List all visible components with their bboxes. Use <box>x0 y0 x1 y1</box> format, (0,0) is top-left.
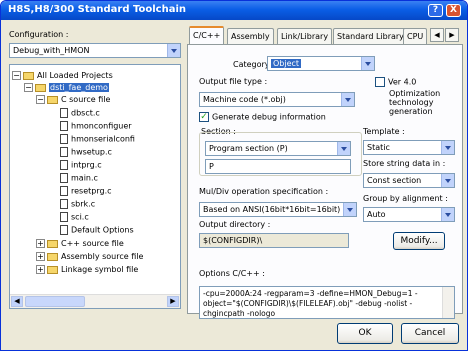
configuration-dropdown[interactable]: Debug_with_HMON <box>9 43 181 58</box>
tree-item-file[interactable]: resetprg.c <box>60 186 112 196</box>
tree-item-file[interactable]: sci.c <box>60 212 89 222</box>
chevron-down-icon[interactable] <box>441 174 454 187</box>
file-icon <box>60 108 68 118</box>
collapse-icon[interactable]: − <box>24 83 33 92</box>
file-icon <box>60 173 68 183</box>
scroll-right-icon[interactable]: ▶ <box>167 296 179 307</box>
scroll-thumb[interactable] <box>25 296 85 307</box>
folder-icon <box>47 239 58 248</box>
options-label: Options C/C++ : <box>199 269 265 278</box>
file-icon <box>60 212 68 222</box>
expand-icon[interactable]: + <box>36 239 45 248</box>
folder-icon <box>47 95 58 104</box>
tree-item-file[interactable]: hmonconfiguer <box>60 121 132 131</box>
configuration-value: Debug_with_HMON <box>13 46 90 55</box>
chevron-down-icon[interactable] <box>167 44 180 57</box>
folder-icon <box>23 71 34 80</box>
expand-icon[interactable]: + <box>36 252 45 261</box>
file-icon <box>60 121 68 131</box>
tree-item-all-projects[interactable]: − All Loaded Projects <box>12 71 113 80</box>
tree-item-file[interactable]: main.c <box>60 173 98 183</box>
chevron-down-icon[interactable] <box>341 93 354 106</box>
chevron-down-icon[interactable] <box>337 142 350 155</box>
ver4-desc-3: generation <box>389 107 433 116</box>
tree-item-file[interactable]: hmonserialconfi <box>60 134 135 144</box>
template-dropdown[interactable]: Static <box>363 140 455 155</box>
group-alignment-label: Group by alignment : <box>363 194 448 203</box>
tree-item-linkage-symbol[interactable]: + Linkage symbol file <box>36 265 138 274</box>
close-icon[interactable]: X <box>446 4 461 17</box>
ver4-checkbox[interactable]: Ver 4.0 <box>375 77 416 87</box>
modify-button[interactable]: Modify... <box>393 232 445 250</box>
chevron-down-icon[interactable] <box>361 57 374 70</box>
category-dropdown[interactable]: Object <box>267 56 375 71</box>
collapse-icon[interactable]: − <box>36 95 45 104</box>
chevron-down-icon[interactable] <box>441 141 454 154</box>
tab-standard-library[interactable]: Standard Library <box>333 28 408 44</box>
tree-item-project[interactable]: − dsti_fae_demo <box>24 83 109 92</box>
tree-item-assembly-source[interactable]: + Assembly source file <box>36 252 143 261</box>
collapse-icon[interactable]: − <box>12 71 21 80</box>
options-scrollbar[interactable] <box>442 287 454 318</box>
tab-cpp[interactable]: C/C++ <box>189 26 225 45</box>
tree-item-c-source[interactable]: − C source file <box>36 95 110 104</box>
main-window: H8S,H8/300 Standard Toolchain ? X Config… <box>0 0 468 351</box>
output-type-label: Output file type : <box>199 77 268 86</box>
check-icon[interactable]: ✓ <box>199 112 209 122</box>
tree-item-file[interactable]: intprg.c <box>60 160 102 170</box>
scroll-left-icon[interactable]: ◀ <box>11 296 23 307</box>
chevron-down-icon[interactable] <box>343 203 356 216</box>
group-alignment-dropdown[interactable]: Auto <box>363 207 455 222</box>
tab-cpu[interactable]: CPU <box>403 28 428 44</box>
tree-hscrollbar[interactable]: ◀ ▶ <box>10 294 180 308</box>
folder-icon <box>47 252 58 261</box>
store-string-label: Store string data in : <box>363 159 446 168</box>
section-name-field[interactable]: P <box>205 159 351 174</box>
generate-debug-checkbox[interactable]: ✓ Generate debug information <box>199 112 326 122</box>
help-icon[interactable]: ? <box>428 4 443 17</box>
tab-link-library[interactable]: Link/Library <box>277 28 333 44</box>
store-string-dropdown[interactable]: Const section <box>363 173 455 188</box>
cancel-button[interactable]: Cancel <box>401 323 459 344</box>
tree-item-file[interactable]: dbsct.c <box>60 108 100 118</box>
checkbox-box[interactable] <box>375 77 385 87</box>
ok-button[interactable]: OK <box>337 323 393 344</box>
ver4-desc-2: technology <box>389 98 434 107</box>
window-title: H8S,H8/300 Standard Toolchain <box>8 4 186 15</box>
tree-item-default-options[interactable]: Default Options <box>60 225 134 235</box>
file-icon <box>60 147 68 157</box>
configuration-label: Configuration : <box>9 30 69 39</box>
file-icon <box>60 160 68 170</box>
muldiv-dropdown[interactable]: Based on ANSI(16bit*16bit=16bit) <box>199 202 357 217</box>
section-dropdown[interactable]: Program section (P) <box>205 141 351 156</box>
chevron-down-icon[interactable] <box>441 208 454 221</box>
file-icon <box>60 225 68 235</box>
expand-icon[interactable]: + <box>36 265 45 274</box>
ver4-desc-1: Optimization <box>389 89 441 98</box>
tree-item-cpp-source[interactable]: + C++ source file <box>36 239 124 248</box>
file-icon <box>60 134 68 144</box>
muldiv-label: Mul/Div operation specification : <box>199 187 329 196</box>
output-dir-label: Output directory : <box>199 220 271 229</box>
folder-icon <box>47 265 58 274</box>
tree-item-file[interactable]: hwsetup.c <box>60 147 112 157</box>
output-type-dropdown[interactable]: Machine code (*.obj) <box>199 92 355 107</box>
template-label: Template : <box>363 127 405 136</box>
tab-scroll-right-icon[interactable]: ▶ <box>445 28 459 42</box>
project-icon <box>35 83 46 92</box>
output-dir-field[interactable]: $(CONFIGDIR)\ <box>199 233 349 248</box>
file-icon <box>60 199 68 209</box>
file-icon <box>60 186 68 196</box>
project-tree[interactable]: − All Loaded Projects − dsti_fae_demo − C s… <box>9 64 181 309</box>
title-bar: H8S,H8/300 Standard Toolchain ? X <box>1 1 467 20</box>
tab-scroll-left-icon[interactable]: ◀ <box>430 28 444 42</box>
tree-item-file[interactable]: sbrk.c <box>60 199 95 209</box>
options-textarea[interactable]: -cpu=2000A:24 -regparam=3 -define=HMON_D… <box>199 286 455 319</box>
tab-assembly[interactable]: Assembly <box>227 28 274 44</box>
